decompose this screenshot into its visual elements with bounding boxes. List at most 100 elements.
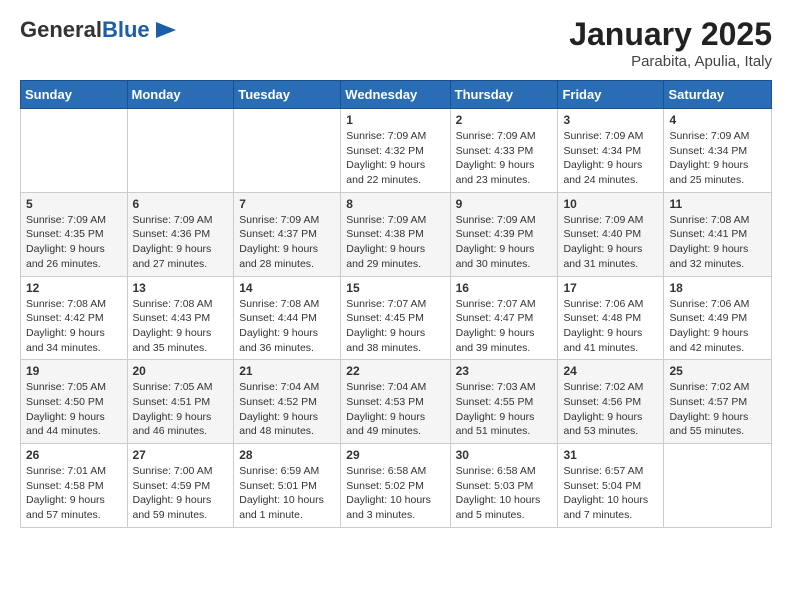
calendar-day-4: 4Sunrise: 7:09 AM Sunset: 4:34 PM Daylig… bbox=[664, 109, 772, 193]
calendar-day-16: 16 Sunrise: 7:07 AM Sunset: 4:47 PM Dayli… bbox=[450, 276, 558, 360]
calendar-day-20: 20 Sunrise: 7:05 AM Sunset: 4:51 PM Dayli… bbox=[127, 360, 234, 444]
day-number: 3 bbox=[563, 113, 658, 127]
day-number: 21 bbox=[239, 364, 335, 378]
calendar-day-28: 28 Sunrise: 6:59 AM Sunset: 5:01 PM Dayli… bbox=[234, 444, 341, 528]
calendar-table: SundayMondayTuesdayWednesdayThursdayFrid… bbox=[20, 80, 772, 528]
calendar-day-10: 10 Sunrise: 7:09 AM Sunset: 4:40 PM Dayli… bbox=[558, 192, 664, 276]
calendar-day-18: 18 Sunrise: 7:06 AM Sunset: 4:49 PM Dayli… bbox=[664, 276, 772, 360]
day-info: Sunrise: 7:05 AM Sunset: 4:51 PM Dayligh… bbox=[133, 380, 229, 439]
day-info: Sunrise: 7:09 AM Sunset: 4:37 PM Dayligh… bbox=[239, 213, 335, 272]
header: GeneralBlue January 2025 Parabita, Apuli… bbox=[20, 16, 772, 70]
day-number: 31 bbox=[563, 448, 658, 462]
day-number: 22 bbox=[346, 364, 444, 378]
day-number: 29 bbox=[346, 448, 444, 462]
logo-general-text: General bbox=[20, 17, 102, 42]
day-info: Sunrise: 6:59 AM Sunset: 5:01 PM Dayligh… bbox=[239, 464, 335, 523]
day-number: 20 bbox=[133, 364, 229, 378]
calendar-day-13: 13 Sunrise: 7:08 AM Sunset: 4:43 PM Dayli… bbox=[127, 276, 234, 360]
calendar-day-19: 19 Sunrise: 7:05 AM Sunset: 4:50 PM Dayli… bbox=[21, 360, 128, 444]
calendar-week-1: 1 Sunrise: 7:09 AM Sunset: 4:32 PM Daylig… bbox=[21, 109, 772, 193]
day-header-wednesday: Wednesday bbox=[341, 81, 450, 109]
calendar-week-5: 26Sunrise: 7:01 AM Sunset: 4:58 PM Dayli… bbox=[21, 444, 772, 528]
day-number: 13 bbox=[133, 281, 229, 295]
calendar-week-3: 12 Sunrise: 7:08 AM Sunset: 4:42 PM Dayli… bbox=[21, 276, 772, 360]
calendar-day-9: 9 Sunrise: 7:09 AM Sunset: 4:39 PM Daylig… bbox=[450, 192, 558, 276]
calendar-week-2: 5Sunrise: 7:09 AM Sunset: 4:35 PM Daylig… bbox=[21, 192, 772, 276]
day-info: Sunrise: 6:58 AM Sunset: 5:02 PM Dayligh… bbox=[346, 464, 444, 523]
location: Parabita, Apulia, Italy bbox=[569, 53, 772, 70]
day-number: 30 bbox=[456, 448, 553, 462]
day-number: 28 bbox=[239, 448, 335, 462]
calendar-day-14: 14 Sunrise: 7:08 AM Sunset: 4:44 PM Dayli… bbox=[234, 276, 341, 360]
day-number: 11 bbox=[669, 197, 766, 211]
day-number: 27 bbox=[133, 448, 229, 462]
calendar-day-15: 15Sunrise: 7:07 AM Sunset: 4:45 PM Dayli… bbox=[341, 276, 450, 360]
calendar-day-24: 24Sunrise: 7:02 AM Sunset: 4:56 PM Dayli… bbox=[558, 360, 664, 444]
day-number: 15 bbox=[346, 281, 444, 295]
day-info: Sunrise: 7:04 AM Sunset: 4:53 PM Dayligh… bbox=[346, 380, 444, 439]
day-number: 5 bbox=[26, 197, 122, 211]
title-block: January 2025 Parabita, Apulia, Italy bbox=[569, 16, 772, 70]
day-info: Sunrise: 7:02 AM Sunset: 4:56 PM Dayligh… bbox=[563, 380, 658, 439]
calendar-day-7: 7 Sunrise: 7:09 AM Sunset: 4:37 PM Daylig… bbox=[234, 192, 341, 276]
day-number: 7 bbox=[239, 197, 335, 211]
calendar-day-17: 17 Sunrise: 7:06 AM Sunset: 4:48 PM Dayli… bbox=[558, 276, 664, 360]
day-number: 9 bbox=[456, 197, 553, 211]
calendar-day-22: 22 Sunrise: 7:04 AM Sunset: 4:53 PM Dayli… bbox=[341, 360, 450, 444]
calendar-day-5: 5Sunrise: 7:09 AM Sunset: 4:35 PM Daylig… bbox=[21, 192, 128, 276]
day-info: Sunrise: 7:03 AM Sunset: 4:55 PM Dayligh… bbox=[456, 380, 553, 439]
day-number: 16 bbox=[456, 281, 553, 295]
day-number: 19 bbox=[26, 364, 122, 378]
day-info: Sunrise: 7:09 AM Sunset: 4:33 PM Dayligh… bbox=[456, 129, 553, 188]
day-number: 18 bbox=[669, 281, 766, 295]
day-info: Sunrise: 7:09 AM Sunset: 4:32 PM Dayligh… bbox=[346, 129, 444, 188]
page: GeneralBlue January 2025 Parabita, Apuli… bbox=[0, 0, 792, 544]
day-header-tuesday: Tuesday bbox=[234, 81, 341, 109]
day-info: Sunrise: 7:00 AM Sunset: 4:59 PM Dayligh… bbox=[133, 464, 229, 523]
day-info: Sunrise: 7:09 AM Sunset: 4:39 PM Dayligh… bbox=[456, 213, 553, 272]
day-info: Sunrise: 7:01 AM Sunset: 4:58 PM Dayligh… bbox=[26, 464, 122, 523]
day-number: 14 bbox=[239, 281, 335, 295]
calendar-empty-cell bbox=[234, 109, 341, 193]
calendar-day-30: 30Sunrise: 6:58 AM Sunset: 5:03 PM Dayli… bbox=[450, 444, 558, 528]
logo-blue-text: Blue bbox=[102, 17, 150, 42]
calendar-day-6: 6Sunrise: 7:09 AM Sunset: 4:36 PM Daylig… bbox=[127, 192, 234, 276]
calendar-day-3: 3 Sunrise: 7:09 AM Sunset: 4:34 PM Daylig… bbox=[558, 109, 664, 193]
day-info: Sunrise: 7:09 AM Sunset: 4:34 PM Dayligh… bbox=[563, 129, 658, 188]
calendar-empty-cell bbox=[664, 444, 772, 528]
day-header-sunday: Sunday bbox=[21, 81, 128, 109]
month-title: January 2025 bbox=[569, 16, 772, 53]
day-info: Sunrise: 7:08 AM Sunset: 4:44 PM Dayligh… bbox=[239, 297, 335, 356]
day-number: 2 bbox=[456, 113, 553, 127]
day-info: Sunrise: 7:05 AM Sunset: 4:50 PM Dayligh… bbox=[26, 380, 122, 439]
day-info: Sunrise: 7:08 AM Sunset: 4:42 PM Dayligh… bbox=[26, 297, 122, 356]
logo-icon bbox=[152, 16, 180, 44]
day-info: Sunrise: 7:02 AM Sunset: 4:57 PM Dayligh… bbox=[669, 380, 766, 439]
day-info: Sunrise: 7:07 AM Sunset: 4:47 PM Dayligh… bbox=[456, 297, 553, 356]
day-info: Sunrise: 6:57 AM Sunset: 5:04 PM Dayligh… bbox=[563, 464, 658, 523]
calendar-day-23: 23 Sunrise: 7:03 AM Sunset: 4:55 PM Dayli… bbox=[450, 360, 558, 444]
day-number: 10 bbox=[563, 197, 658, 211]
calendar-header-row: SundayMondayTuesdayWednesdayThursdayFrid… bbox=[21, 81, 772, 109]
logo: GeneralBlue bbox=[20, 16, 180, 44]
day-info: Sunrise: 7:09 AM Sunset: 4:40 PM Dayligh… bbox=[563, 213, 658, 272]
day-info: Sunrise: 7:06 AM Sunset: 4:49 PM Dayligh… bbox=[669, 297, 766, 356]
day-header-friday: Friday bbox=[558, 81, 664, 109]
calendar-day-21: 21Sunrise: 7:04 AM Sunset: 4:52 PM Dayli… bbox=[234, 360, 341, 444]
day-info: Sunrise: 7:08 AM Sunset: 4:43 PM Dayligh… bbox=[133, 297, 229, 356]
calendar-day-29: 29 Sunrise: 6:58 AM Sunset: 5:02 PM Dayli… bbox=[341, 444, 450, 528]
calendar-day-26: 26Sunrise: 7:01 AM Sunset: 4:58 PM Dayli… bbox=[21, 444, 128, 528]
day-number: 1 bbox=[346, 113, 444, 127]
day-info: Sunrise: 7:09 AM Sunset: 4:38 PM Dayligh… bbox=[346, 213, 444, 272]
calendar-day-8: 8 Sunrise: 7:09 AM Sunset: 4:38 PM Daylig… bbox=[341, 192, 450, 276]
calendar-day-1: 1 Sunrise: 7:09 AM Sunset: 4:32 PM Daylig… bbox=[341, 109, 450, 193]
day-header-monday: Monday bbox=[127, 81, 234, 109]
calendar-day-25: 25Sunrise: 7:02 AM Sunset: 4:57 PM Dayli… bbox=[664, 360, 772, 444]
day-info: Sunrise: 7:06 AM Sunset: 4:48 PM Dayligh… bbox=[563, 297, 658, 356]
day-number: 23 bbox=[456, 364, 553, 378]
day-number: 8 bbox=[346, 197, 444, 211]
calendar-week-4: 19 Sunrise: 7:05 AM Sunset: 4:50 PM Dayli… bbox=[21, 360, 772, 444]
day-number: 17 bbox=[563, 281, 658, 295]
day-number: 12 bbox=[26, 281, 122, 295]
day-number: 4 bbox=[669, 113, 766, 127]
